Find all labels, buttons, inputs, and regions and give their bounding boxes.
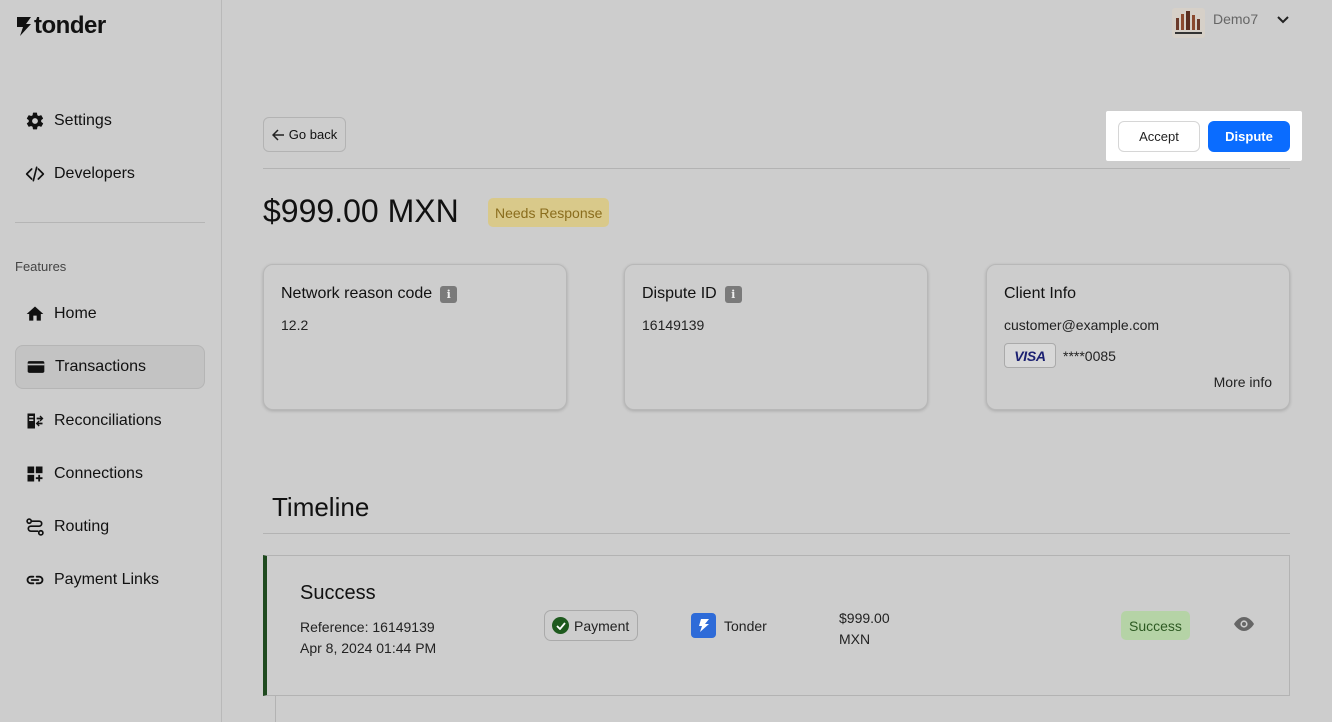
sidebar-item-settings[interactable]: Settings (15, 99, 205, 143)
event-amount-currency: MXN (839, 631, 871, 647)
client-info-card: Client Info customer@example.com VISA **… (986, 264, 1290, 410)
sidebar-item-label: Transactions (55, 358, 146, 375)
event-title: Success (300, 582, 376, 604)
bolt-icon (17, 17, 31, 36)
chevron-down-icon (1277, 16, 1289, 24)
card-icon (26, 357, 46, 377)
status-badge: Needs Response (488, 198, 610, 227)
timeline-title: Timeline (272, 492, 370, 522)
sidebar-item-label: Reconciliations (54, 412, 162, 429)
sidebar: tonder Settings Developers Features Home… (0, 0, 222, 722)
info-icon[interactable]: i (724, 285, 742, 303)
avatar (1172, 8, 1205, 38)
user-menu[interactable]: Demo7 (1172, 8, 1290, 38)
card-title: Client Info (1004, 285, 1076, 303)
link-icon (25, 570, 45, 590)
arrow-left-icon (271, 128, 284, 141)
event-amount-value: $999.00 (839, 610, 890, 626)
code-icon (25, 164, 45, 184)
gear-icon (25, 111, 45, 131)
tonder-bolt-icon (691, 613, 716, 638)
dispute-actions: Accept Dispute (1106, 111, 1302, 161)
sidebar-item-label: Developers (54, 165, 135, 182)
home-icon (25, 304, 45, 324)
timeline-connector (275, 696, 276, 722)
timeline-event: Success Reference: 16149139 Apr 8, 2024 … (263, 555, 1290, 696)
reason-code-value: 12.2 (281, 317, 309, 333)
network-reason-card: Network reason code i 12.2 (263, 264, 567, 410)
sidebar-item-connections[interactable]: Connections (15, 452, 205, 496)
header-divider (263, 168, 1290, 169)
event-date: Apr 8, 2024 01:44 PM (300, 640, 437, 656)
event-status-badge: Success (1121, 611, 1190, 640)
sidebar-item-label: Payment Links (54, 571, 159, 588)
sidebar-item-reconciliations[interactable]: Reconciliations (15, 399, 205, 443)
sidebar-item-transactions[interactable]: Transactions (15, 345, 205, 389)
sidebar-item-payment-links[interactable]: Payment Links (15, 558, 205, 602)
dispute-id-value: 16149139 (642, 317, 705, 333)
sidebar-item-label: Routing (54, 518, 110, 535)
eye-icon[interactable] (1232, 614, 1256, 634)
payment-type-badge: Payment (544, 610, 639, 641)
card-title: Dispute ID i (642, 285, 742, 303)
brand-logo[interactable]: tonder (15, 12, 106, 40)
provider-name: Tonder (724, 618, 767, 634)
card-title: Network reason code i (281, 285, 458, 303)
visa-logo: VISA (1004, 343, 1056, 368)
go-back-label: Go back (288, 127, 338, 142)
card-title-text: Client Info (1004, 285, 1077, 302)
card-title-text: Network reason code (281, 285, 433, 302)
event-amount: $999.00 MXN (839, 608, 890, 650)
sidebar-item-label: Settings (54, 112, 112, 129)
sidebar-item-developers[interactable]: Developers (15, 152, 205, 196)
routing-icon (25, 517, 45, 537)
timeline-divider (263, 533, 1290, 534)
client-email: customer@example.com (1004, 317, 1160, 333)
payment-type-label: Payment (574, 617, 630, 634)
dispute-button[interactable]: Dispute (1208, 121, 1290, 152)
brand-name: tonder (34, 12, 106, 39)
dispute-amount: $999.00 MXN (263, 193, 459, 229)
check-circle-icon (552, 617, 569, 634)
sidebar-item-label: Connections (54, 465, 143, 482)
info-icon[interactable]: i (440, 285, 458, 303)
card-number: ****0085 (1063, 348, 1116, 364)
features-section-label: Features (15, 259, 67, 274)
accept-button[interactable]: Accept (1118, 121, 1200, 152)
event-reference: Reference: 16149139 (300, 619, 435, 635)
reconcile-icon (25, 411, 45, 431)
user-name: Demo7 (1213, 11, 1259, 27)
more-info-link[interactable]: More info (1214, 374, 1272, 390)
sidebar-item-label: Home (54, 305, 97, 322)
dispute-id-card: Dispute ID i 16149139 (624, 264, 928, 410)
sidebar-item-routing[interactable]: Routing (15, 505, 205, 549)
sidebar-item-home[interactable]: Home (15, 292, 205, 336)
go-back-button[interactable]: Go back (263, 117, 346, 152)
sidebar-divider (15, 222, 205, 223)
card-title-text: Dispute ID (642, 285, 717, 302)
connections-icon (25, 464, 45, 484)
